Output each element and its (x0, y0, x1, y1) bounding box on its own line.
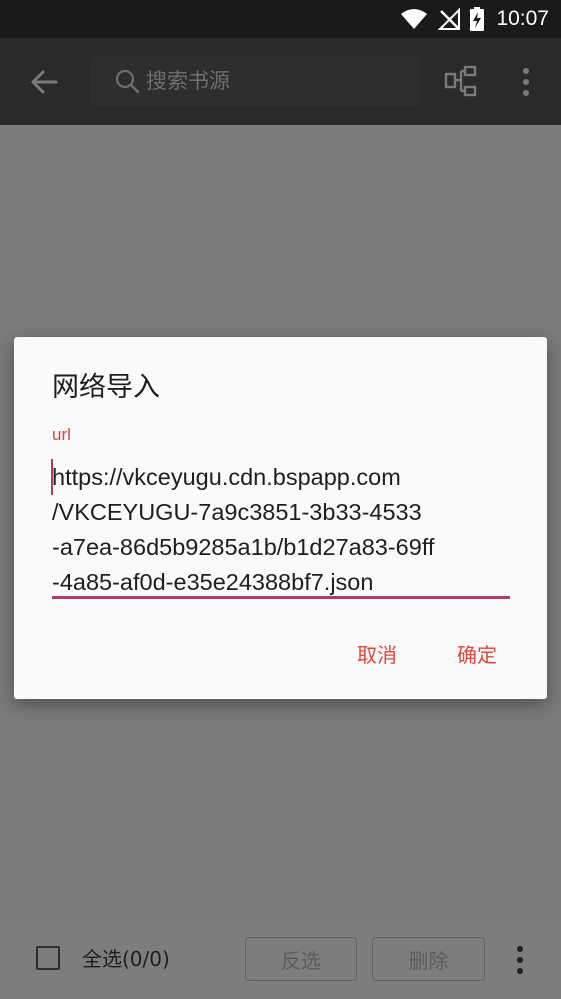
url-field-label: url (52, 425, 71, 444)
url-input[interactable]: https://vkceyugu.cdn.bspapp.com /VKCEYUG… (52, 460, 514, 600)
wifi-icon (401, 9, 428, 29)
search-icon (115, 69, 140, 94)
select-all-checkbox[interactable] (36, 946, 60, 970)
status-time: 10:07 (496, 7, 549, 30)
cancel-button[interactable]: 取消 (357, 641, 397, 669)
status-icons: 10:07 (400, 0, 549, 38)
select-all-label[interactable]: 全选(0/0) (82, 945, 170, 973)
url-input-underline (52, 596, 510, 599)
search-placeholder: 搜索书源 (146, 69, 230, 93)
more-vert-icon[interactable] (512, 945, 528, 975)
arrow-left-icon[interactable] (28, 66, 60, 98)
toolbar: 搜索书源 (0, 38, 561, 125)
no-signal-icon (438, 8, 461, 30)
delete-button[interactable]: 删除 (372, 937, 485, 981)
bottom-action-bar: 全选(0/0) 反选 删除 (0, 921, 561, 999)
search-input[interactable]: 搜索书源 (90, 56, 420, 106)
battery-charging-icon (470, 7, 485, 31)
status-bar: 10:07 (0, 0, 561, 38)
more-vert-icon[interactable] (516, 67, 536, 97)
confirm-button[interactable]: 确定 (457, 641, 497, 669)
group-icon[interactable] (444, 65, 478, 99)
network-import-dialog: 网络导入 url https://vkceyugu.cdn.bspapp.com… (14, 337, 547, 699)
invert-selection-button[interactable]: 反选 (245, 937, 357, 981)
dialog-title: 网络导入 (52, 372, 160, 403)
